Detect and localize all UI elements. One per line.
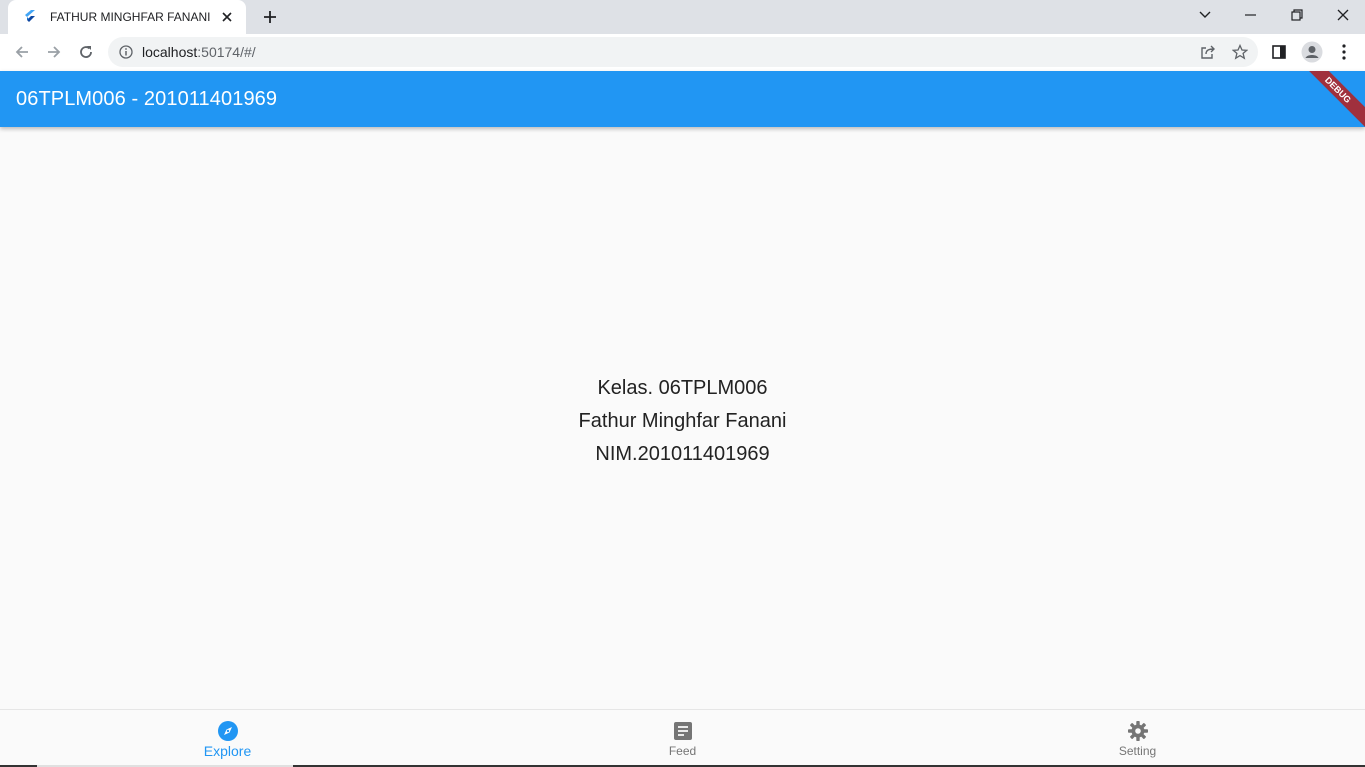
page-title: 06TPLM006 - 201011401969 — [16, 88, 278, 110]
url-path: :50174/#/ — [197, 44, 256, 60]
nav-label-setting: Setting — [1118, 744, 1157, 758]
nav-item-explore[interactable]: Explore — [0, 710, 455, 767]
close-tab-icon[interactable] — [218, 8, 236, 26]
article-icon — [672, 720, 694, 742]
browser-menu-icon[interactable] — [1330, 38, 1358, 66]
url-text: localhost:50174/#/ — [142, 44, 256, 60]
gear-icon — [1127, 720, 1149, 742]
page-body: Kelas. 06TPLM006 Fathur Minghfar Fanani … — [0, 127, 1365, 709]
tab-strip: FATHUR MINGHFAR FANANI — [0, 0, 1365, 34]
student-info: Kelas. 06TPLM006 Fathur Minghfar Fanani … — [0, 372, 1365, 471]
window-close-icon[interactable] — [1320, 0, 1365, 30]
site-info-icon[interactable] — [118, 44, 134, 60]
restore-icon[interactable] — [1274, 0, 1320, 30]
nav-label-explore: Explore — [203, 743, 252, 759]
share-icon[interactable] — [1197, 41, 1219, 63]
new-tab-icon[interactable] — [258, 5, 282, 29]
back-icon[interactable] — [8, 38, 36, 66]
name-text: Fathur Minghfar Fanani — [578, 410, 787, 432]
tab-search-icon[interactable] — [1182, 0, 1228, 30]
explore-icon — [217, 720, 239, 742]
nav-label-feed: Feed — [668, 744, 697, 758]
bottom-navigation-bar: Explore Feed Setting — [0, 709, 1365, 767]
side-panel-icon[interactable] — [1265, 38, 1293, 66]
nim-text: NIM.201011401969 — [595, 443, 770, 465]
address-bar[interactable]: localhost:50174/#/ — [108, 37, 1258, 67]
bookmark-star-icon[interactable] — [1229, 41, 1251, 63]
debug-banner: DEBUG — [1294, 71, 1365, 127]
browser-tab[interactable]: FATHUR MINGHFAR FANANI — [8, 0, 246, 34]
url-host: localhost — [142, 44, 198, 60]
nav-item-setting[interactable]: Setting — [910, 710, 1365, 767]
forward-icon[interactable] — [40, 38, 68, 66]
reload-icon[interactable] — [72, 38, 100, 66]
app-bar: 06TPLM006 - 201011401969 DEBUG — [0, 71, 1365, 127]
tab-title: FATHUR MINGHFAR FANANI — [50, 10, 211, 24]
nav-item-feed[interactable]: Feed — [455, 710, 910, 767]
minimize-icon[interactable] — [1228, 0, 1274, 30]
browser-toolbar: localhost:50174/#/ — [0, 34, 1365, 71]
class-text: Kelas. 06TPLM006 — [597, 377, 768, 399]
profile-avatar-icon[interactable] — [1298, 38, 1326, 66]
flutter-favicon-icon — [22, 9, 38, 25]
